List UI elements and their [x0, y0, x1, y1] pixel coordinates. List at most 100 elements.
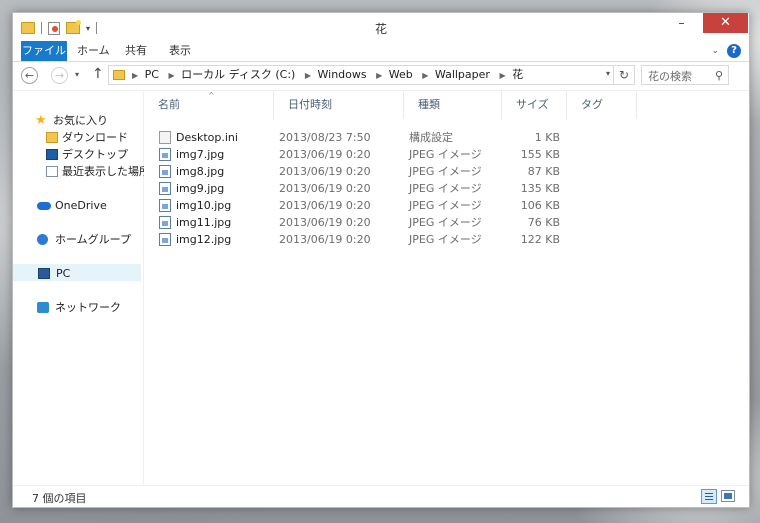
file-date: 2013/08/23 7:50	[279, 131, 371, 144]
back-button[interactable]: ←	[21, 67, 38, 84]
column-type[interactable]: 種類	[404, 91, 502, 119]
nav-recent-places[interactable]: 最近表示した場所	[13, 163, 150, 180]
nav-desktop[interactable]: デスクトップ	[13, 146, 141, 163]
nav-label: PC	[56, 267, 71, 280]
nav-pc[interactable]: PC	[13, 264, 141, 281]
tab-share[interactable]: 共有	[125, 41, 147, 61]
file-type: JPEG イメージ	[409, 216, 482, 229]
homegroup-icon	[37, 234, 48, 245]
nav-network[interactable]: ネットワーク	[13, 299, 141, 316]
column-name[interactable]: ^ 名前	[144, 91, 274, 119]
file-list: ^ 名前 日付時刻 種類 サイズ タグ Desktop.ini 2013/08/…	[144, 91, 749, 485]
explorer-window: ▾ 花 – ☐ ✕ ファイル ホーム 共有 表示 ⌄ ? ← → ▾ ↑ ▶ P…	[12, 12, 750, 508]
image-file-icon	[159, 148, 171, 161]
crumb-windows[interactable]: Windows	[318, 68, 367, 81]
navigation-pane: ★ お気に入り ダウンロード デスクトップ 最近表示した場所 OneDrive …	[13, 91, 150, 485]
details-view-button[interactable]	[701, 489, 717, 504]
file-size: 122 KB	[520, 233, 560, 246]
chevron-right-icon[interactable]: ▶	[499, 71, 505, 80]
search-box[interactable]: 花の検索 ⚲	[641, 65, 729, 85]
file-row[interactable]: img7.jpg 2013/06/19 0:20 JPEG イメージ 155 K…	[144, 146, 704, 163]
downloads-folder-icon	[46, 132, 58, 143]
image-file-icon	[159, 199, 171, 212]
file-row[interactable]: img12.jpg 2013/06/19 0:20 JPEG イメージ 122 …	[144, 231, 704, 248]
file-date: 2013/06/19 0:20	[279, 165, 371, 178]
recent-locations-icon[interactable]: ▾	[75, 70, 79, 79]
crumb-web[interactable]: Web	[389, 68, 413, 81]
file-date: 2013/06/19 0:20	[279, 216, 371, 229]
address-bar[interactable]: ▶ PC ▶ ローカル ディスク (C:) ▶ Windows ▶ Web ▶ …	[108, 65, 635, 85]
file-row[interactable]: img8.jpg 2013/06/19 0:20 JPEG イメージ 87 KB	[144, 163, 704, 180]
nav-label: OneDrive	[55, 199, 107, 212]
crumb-flower[interactable]: 花	[512, 68, 523, 81]
large-icons-view-button[interactable]	[721, 490, 735, 502]
refresh-icon[interactable]: ↻	[613, 66, 634, 84]
nav-label: 最近表示した場所	[62, 165, 150, 178]
navigation-bar: ← → ▾ ↑ ▶ PC ▶ ローカル ディスク (C:) ▶ Windows …	[13, 62, 749, 91]
tab-file[interactable]: ファイル	[21, 41, 67, 61]
chevron-right-icon[interactable]: ▶	[305, 71, 311, 80]
file-row[interactable]: img11.jpg 2013/06/19 0:20 JPEG イメージ 76 K…	[144, 214, 704, 231]
help-icon[interactable]: ?	[727, 44, 741, 58]
column-size[interactable]: サイズ	[502, 91, 567, 119]
nav-favorites[interactable]: ★ お気に入り	[13, 112, 141, 129]
chevron-right-icon[interactable]: ▶	[132, 71, 138, 80]
column-tag[interactable]: タグ	[567, 91, 637, 119]
image-file-icon	[159, 216, 171, 229]
tab-view[interactable]: 表示	[169, 41, 191, 61]
file-size: 135 KB	[520, 182, 560, 195]
file-name: img8.jpg	[176, 165, 225, 178]
nav-label: ネットワーク	[55, 301, 121, 314]
status-bar: 7 個の項目	[13, 485, 749, 507]
nav-homegroup[interactable]: ホームグループ	[13, 231, 141, 248]
image-file-icon	[159, 165, 171, 178]
nav-label: ホームグループ	[55, 233, 132, 246]
chevron-right-icon[interactable]: ▶	[168, 71, 174, 80]
window-title: 花	[374, 22, 387, 36]
crumb-wallpaper[interactable]: Wallpaper	[435, 68, 490, 81]
column-label: タグ	[581, 98, 603, 111]
chevron-right-icon[interactable]: ▶	[422, 71, 428, 80]
file-size: 1 KB	[534, 131, 560, 144]
file-size: 155 KB	[520, 148, 560, 161]
file-name: Desktop.ini	[176, 131, 238, 144]
up-button[interactable]: ↑	[92, 66, 104, 82]
file-date: 2013/06/19 0:20	[279, 233, 371, 246]
cloud-icon	[37, 202, 51, 210]
column-date[interactable]: 日付時刻	[274, 91, 404, 119]
close-button[interactable]: ✕	[703, 13, 748, 33]
file-name: img7.jpg	[176, 148, 225, 161]
tab-home[interactable]: ホーム	[77, 41, 110, 61]
file-row[interactable]: img9.jpg 2013/06/19 0:20 JPEG イメージ 135 K…	[144, 180, 704, 197]
file-size: 106 KB	[520, 199, 560, 212]
nav-onedrive[interactable]: OneDrive	[13, 197, 141, 214]
image-file-icon	[159, 233, 171, 246]
address-dropdown-icon[interactable]: ▾	[606, 69, 610, 78]
file-name: img10.jpg	[176, 199, 232, 212]
forward-button[interactable]: →	[51, 67, 68, 84]
title-bar: ▾ 花 – ☐ ✕	[13, 13, 749, 41]
file-date: 2013/06/19 0:20	[279, 199, 371, 212]
file-size: 87 KB	[527, 165, 560, 178]
file-date: 2013/06/19 0:20	[279, 182, 371, 195]
file-row[interactable]: img10.jpg 2013/06/19 0:20 JPEG イメージ 106 …	[144, 197, 704, 214]
computer-icon	[38, 268, 50, 279]
file-size: 76 KB	[527, 216, 560, 229]
recent-places-icon	[46, 166, 58, 177]
network-icon	[37, 302, 49, 313]
nav-downloads[interactable]: ダウンロード	[13, 129, 141, 146]
crumb-local-disk[interactable]: ローカル ディスク (C:)	[181, 68, 295, 81]
file-type: JPEG イメージ	[409, 199, 482, 212]
file-date: 2013/06/19 0:20	[279, 148, 371, 161]
minimize-button[interactable]: –	[668, 13, 695, 33]
column-label: 種類	[418, 98, 440, 111]
file-row[interactable]: Desktop.ini 2013/08/23 7:50 構成設定 1 KB	[144, 129, 704, 146]
crumb-pc[interactable]: PC	[145, 68, 159, 81]
search-placeholder[interactable]: 花の検索	[648, 68, 692, 84]
chevron-right-icon[interactable]: ▶	[376, 71, 382, 80]
column-label: 日付時刻	[288, 98, 332, 111]
nav-label: ダウンロード	[62, 131, 128, 144]
expand-ribbon-icon[interactable]: ⌄	[711, 46, 719, 56]
search-icon[interactable]: ⚲	[715, 69, 723, 82]
breadcrumb: ▶ PC ▶ ローカル ディスク (C:) ▶ Windows ▶ Web ▶ …	[129, 66, 526, 84]
